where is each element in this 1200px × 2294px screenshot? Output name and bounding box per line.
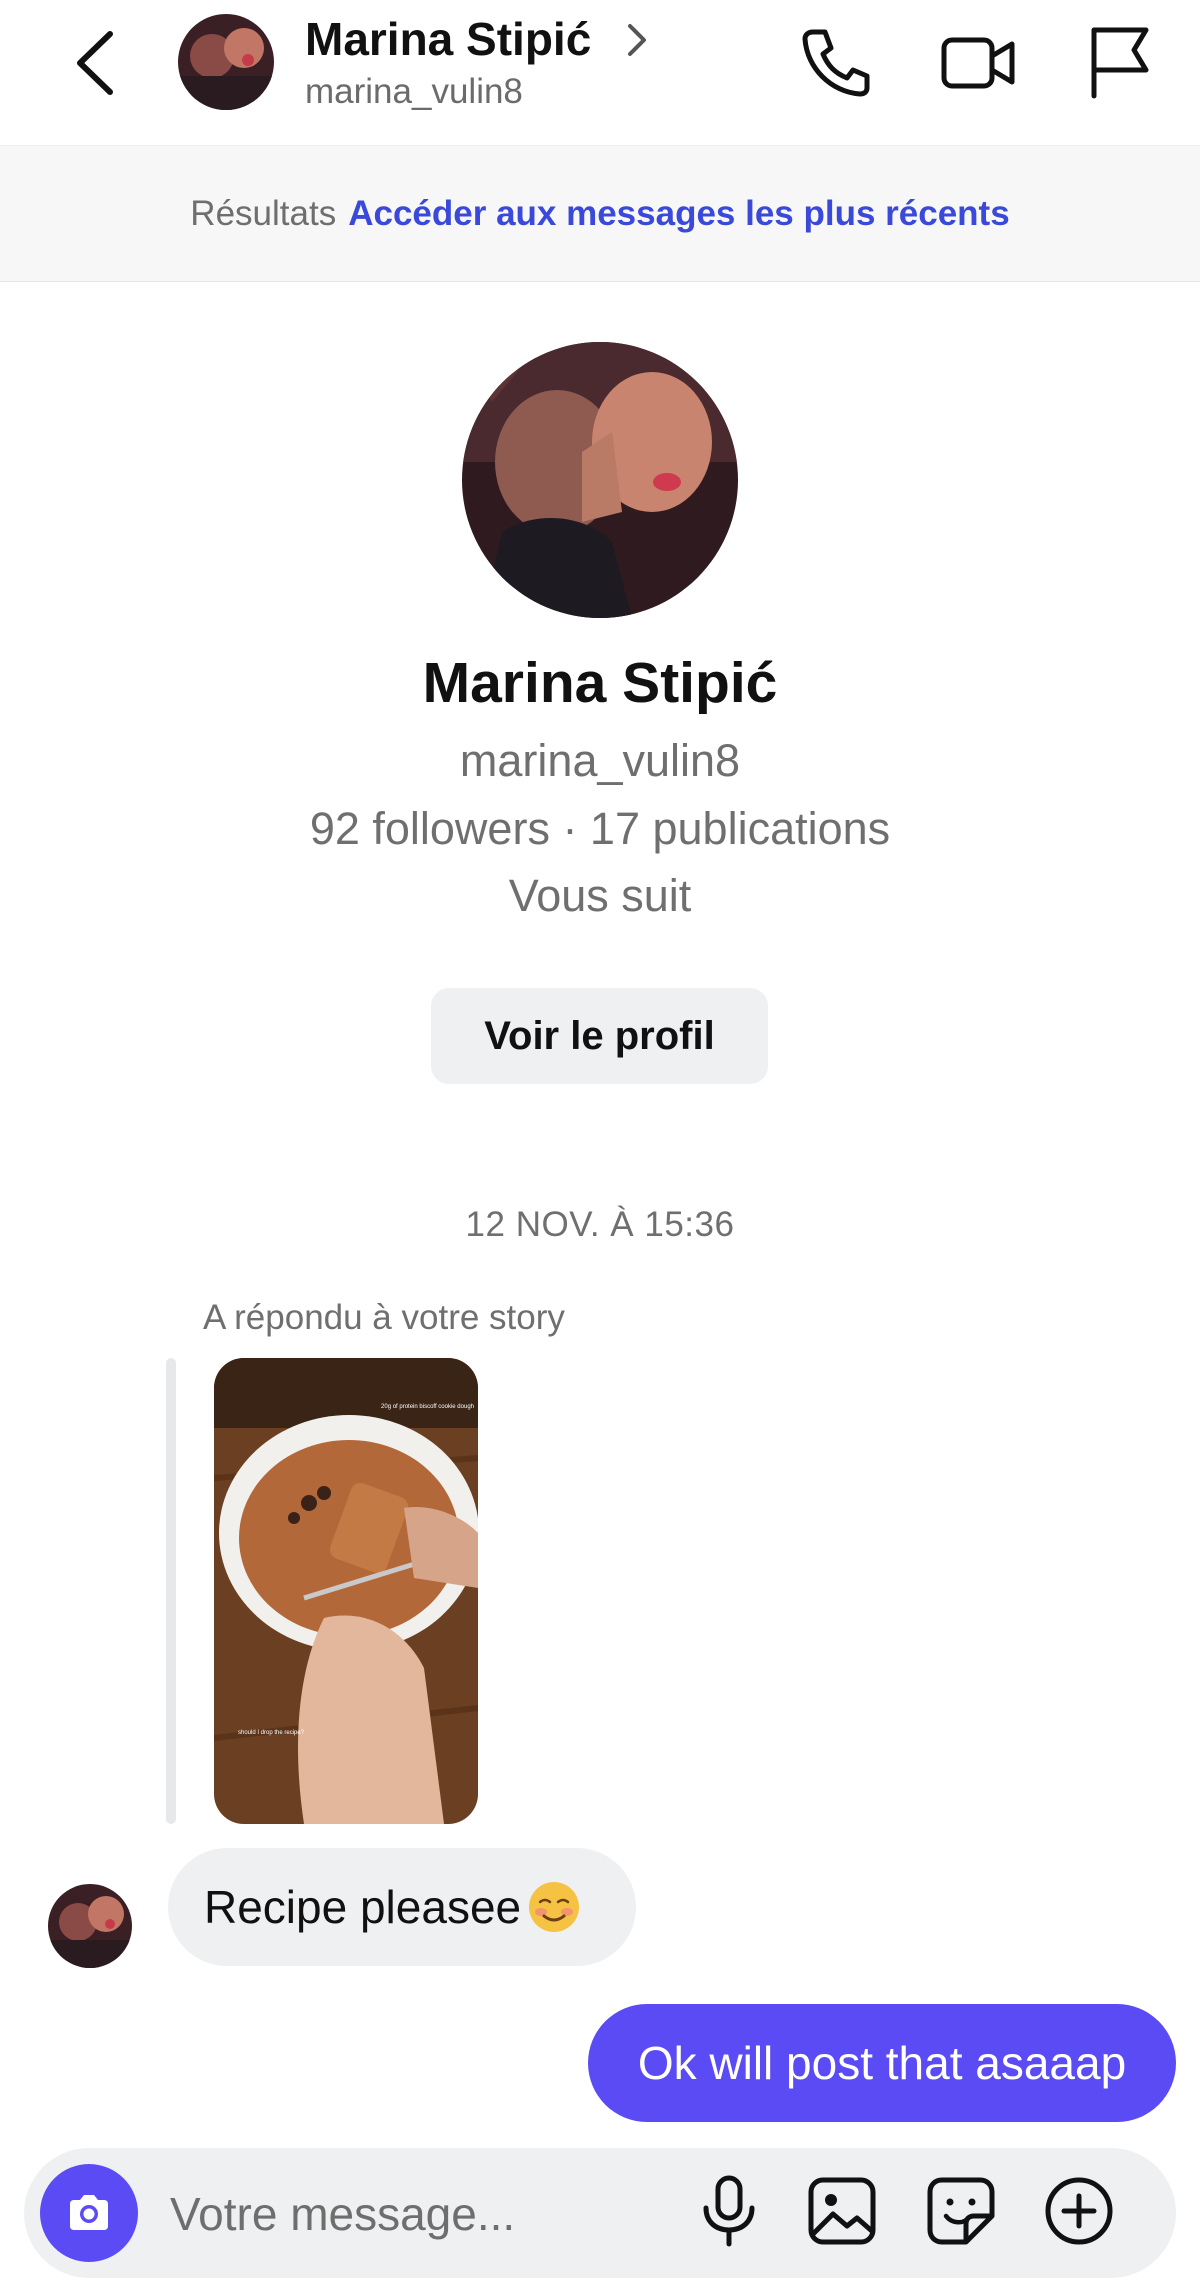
header-avatar[interactable]: [178, 14, 274, 110]
header-username: marina_vulin8: [305, 72, 523, 111]
smiling-blush-emoji-icon: [527, 1880, 581, 1934]
sticker-icon: [927, 2177, 995, 2245]
story-caption-bottom: should I drop the recipe?: [238, 1730, 305, 1736]
message-input[interactable]: [168, 2180, 672, 2248]
view-profile-button[interactable]: Voir le profil: [431, 988, 768, 1084]
search-results-bar: Résultats Accéder aux messages les plus …: [0, 145, 1200, 282]
story-caption-top: 20g of protein biscoff cookie dough: [381, 1404, 474, 1410]
report-button[interactable]: [1080, 22, 1160, 102]
gallery-button[interactable]: [803, 2172, 881, 2250]
audio-call-button[interactable]: [795, 22, 875, 102]
camera-icon: [70, 2195, 108, 2230]
video-icon: [941, 37, 1015, 89]
profile-username: marina_vulin8: [459, 735, 741, 786]
story-reply-bar: [166, 1358, 176, 1824]
back-button[interactable]: [72, 28, 122, 98]
profile-avatar[interactable]: [462, 342, 738, 618]
header-contact-name[interactable]: Marina Stipić: [305, 12, 591, 66]
follow-status: Vous suit: [508, 870, 692, 921]
message-bubble-outgoing[interactable]: Ok will post that asaaap: [588, 2004, 1176, 2122]
flag-icon: [1091, 27, 1149, 99]
voice-message-button[interactable]: [690, 2172, 768, 2250]
story-thumbnail[interactable]: 20g of protein biscoff cookie dough shou…: [214, 1358, 478, 1824]
gallery-icon: [808, 2177, 876, 2245]
sender-avatar[interactable]: [48, 1884, 132, 1968]
results-label: Résultats: [190, 193, 337, 233]
phone-icon: [802, 29, 870, 97]
message-timestamp: 12 NOV. À 15:36: [465, 1205, 735, 1244]
microphone-icon: [703, 2175, 755, 2247]
message-bubble-incoming[interactable]: Recipe pleasee: [168, 1848, 636, 1966]
sticker-button[interactable]: [922, 2172, 1000, 2250]
story-reply-label: A répondu à votre story: [203, 1298, 565, 1337]
more-options-button[interactable]: [1040, 2172, 1118, 2250]
camera-button[interactable]: [40, 2164, 138, 2262]
chevron-right-icon[interactable]: [622, 20, 652, 60]
back-icon: [77, 31, 113, 95]
message-text: Ok will post that asaaap: [637, 2037, 1127, 2089]
jump-to-recent-link[interactable]: Accéder aux messages les plus récents: [348, 194, 1009, 234]
plus-icon: [1045, 2177, 1113, 2245]
profile-stats: 92 followers · 17 publications: [309, 803, 891, 854]
profile-name: Marina Stipić: [422, 651, 778, 715]
message-text: Recipe pleasee: [204, 1881, 522, 1933]
video-call-button[interactable]: [938, 22, 1018, 102]
